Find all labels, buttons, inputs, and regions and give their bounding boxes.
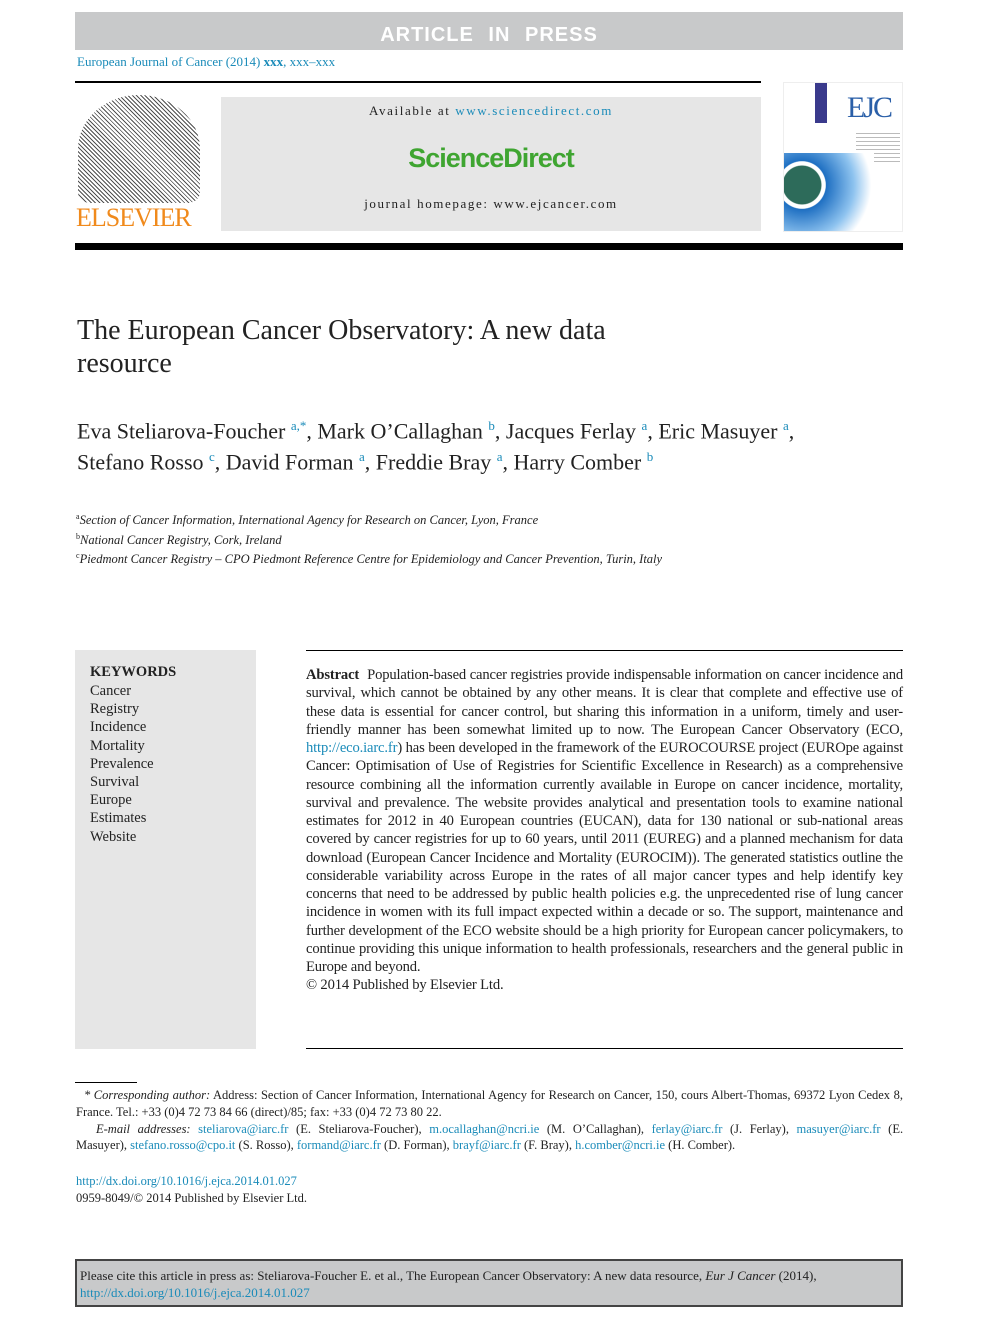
email-owner: (E. Steliarova-Foucher), xyxy=(296,1121,422,1136)
abstract-copyright: © 2014 Published by Elsevier Ltd. xyxy=(306,977,504,994)
email-owner: (M. O’Callaghan), xyxy=(546,1121,644,1136)
cite-text: Please cite this article in press as: St… xyxy=(80,1268,703,1283)
email-label: E-mail addresses: xyxy=(96,1121,191,1136)
email-owner: (D. Forman), xyxy=(384,1138,450,1153)
keyword: Mortality xyxy=(90,737,145,754)
author-name: David Forman xyxy=(225,449,354,475)
sciencedirect-logo[interactable]: ScienceDirect xyxy=(221,143,761,174)
journal-reference[interactable]: European Journal of Cancer (2014) xxx, x… xyxy=(77,54,335,70)
keyword: Registry xyxy=(90,701,140,718)
affiliation: bNational Cancer Registry, Cork, Ireland xyxy=(76,529,662,549)
author-affiliation-mark[interactable]: c xyxy=(209,449,215,464)
footnotes: * Corresponding author: Address: Section… xyxy=(76,1087,903,1154)
anniversary-ribbon-icon xyxy=(815,83,827,123)
journal-homepage: journal homepage: www.ejcancer.com xyxy=(221,196,761,212)
cite-year: (2014), xyxy=(778,1268,817,1283)
available-at: Available at www.sciencedirect.com xyxy=(221,103,761,119)
affiliation-text: National Cancer Registry, Cork, Ireland xyxy=(80,532,282,547)
header-rule xyxy=(75,81,761,83)
keyword: Europe xyxy=(90,792,132,809)
doi-link[interactable]: http://dx.doi.org/10.1016/j.ejca.2014.01… xyxy=(76,1174,297,1188)
article-in-press-banner: ARTICLE IN PRESS xyxy=(75,12,903,50)
cite-doi-link[interactable]: http://dx.doi.org/10.1016/j.ejca.2014.01… xyxy=(80,1285,310,1300)
homepage-url[interactable]: www.ejcancer.com xyxy=(493,196,617,211)
email-link[interactable]: stefano.rosso@cpo.it xyxy=(130,1138,235,1152)
keywords-heading: KEYWORDS xyxy=(90,664,177,680)
author-name: Stefano Rosso xyxy=(77,449,204,475)
author-affiliation-mark[interactable]: b xyxy=(647,449,654,464)
author-affiliation-mark[interactable]: a xyxy=(783,418,789,433)
email-owner: (S. Rosso), xyxy=(238,1138,294,1153)
author-affiliation-mark[interactable]: a xyxy=(359,449,365,464)
email-link[interactable]: m.ocallaghan@ncri.ie xyxy=(429,1122,539,1136)
journal-name: European Journal of Cancer (2014) xyxy=(77,54,261,69)
journal-pages: , xxx–xxx xyxy=(283,54,336,69)
available-label: Available at xyxy=(369,103,451,118)
keyword: Estimates xyxy=(90,810,147,827)
author-affiliation-mark[interactable]: a,* xyxy=(291,418,307,433)
article-title: The European Cancer Observatory: A new d… xyxy=(77,315,606,379)
affiliation: cPiedmont Cancer Registry – CPO Piedmont… xyxy=(76,548,662,568)
abstract-bottom-rule xyxy=(306,1048,903,1049)
homepage-label: journal homepage: xyxy=(364,196,489,211)
author-list: Eva Steliarova-Foucher a,*, Mark O’Calla… xyxy=(77,418,795,475)
corresponding-author-note: * Corresponding author: Address: Section… xyxy=(76,1087,903,1121)
email-link[interactable]: brayf@iarc.fr xyxy=(453,1138,521,1152)
author-affiliation-mark[interactable]: b xyxy=(488,418,495,433)
elsevier-wordmark: ELSEVIER xyxy=(76,203,192,232)
affiliations: aSection of Cancer Information, Internat… xyxy=(76,509,662,568)
elsevier-tree-icon xyxy=(78,95,200,203)
abstract-text-cont: ) has been developed in the framework of… xyxy=(306,740,903,975)
issn-line: 0959-8049/© 2014 Published by Elsevier L… xyxy=(76,1191,308,1205)
email-link[interactable]: formand@iarc.fr xyxy=(297,1138,381,1152)
header-thick-rule xyxy=(75,243,903,250)
email-link[interactable]: masuyer@iarc.fr xyxy=(797,1122,881,1136)
eco-link[interactable]: http://eco.iarc.fr xyxy=(306,740,397,756)
email-owner: (F. Bray), xyxy=(524,1138,572,1153)
affiliation-text: Piedmont Cancer Registry – CPO Piedmont … xyxy=(79,552,663,567)
abstract-label: Abstract xyxy=(306,667,360,683)
email-link[interactable]: ferlay@iarc.fr xyxy=(652,1122,723,1136)
cover-illustration xyxy=(784,153,874,231)
affiliation: aSection of Cancer Information, Internat… xyxy=(76,509,662,529)
email-link[interactable]: h.comber@ncri.ie xyxy=(575,1138,665,1152)
author-name: Jacques Ferlay xyxy=(505,418,637,444)
email-link[interactable]: steliarova@iarc.fr xyxy=(198,1122,288,1136)
citation-box: Please cite this article in press as: St… xyxy=(75,1259,903,1307)
keyword: Survival xyxy=(90,774,140,791)
keyword: Website xyxy=(90,828,137,845)
email-owner: (J. Ferlay), xyxy=(730,1121,789,1136)
keyword: Cancer xyxy=(90,683,132,699)
author-name: Eva Steliarova-Foucher xyxy=(77,418,286,444)
author-name: Harry Comber xyxy=(513,449,642,475)
cite-journal: Eur J Cancer xyxy=(705,1268,776,1283)
author-name: Eric Masuyer xyxy=(658,418,778,444)
corr-label: * Corresponding author: xyxy=(84,1088,211,1102)
keyword: Prevalence xyxy=(90,755,154,772)
email-addresses: E-mail addresses: steliarova@iarc.fr (E.… xyxy=(76,1121,903,1155)
footnote-rule xyxy=(75,1082,137,1083)
doi-block: http://dx.doi.org/10.1016/j.ejca.2014.01… xyxy=(76,1173,307,1207)
keyword: Incidence xyxy=(90,719,147,736)
sciencedirect-box: Available at www.sciencedirect.com Scien… xyxy=(221,97,761,231)
sciencedirect-link[interactable]: www.sciencedirect.com xyxy=(455,103,613,118)
abstract-text: Population-based cancer registries provi… xyxy=(306,667,903,738)
abstract: Abstract Population-based cancer registri… xyxy=(306,666,903,995)
affiliation-text: Section of Cancer Information, Internati… xyxy=(79,513,539,528)
ejc-logo: EJC xyxy=(847,91,893,124)
abstract-top-rule xyxy=(306,650,903,651)
keywords-box: KEYWORDS Cancer Registry Incidence Mortalit… xyxy=(75,650,256,1049)
email-owner: (H. Comber). xyxy=(668,1138,736,1153)
author-name: Freddie Bray xyxy=(375,449,492,475)
journal-volume: xxx xyxy=(263,54,284,69)
author-name: Mark O’Callaghan xyxy=(317,418,483,444)
journal-cover-image[interactable]: EJC xyxy=(783,82,903,232)
author-affiliation-mark[interactable]: a xyxy=(497,449,503,464)
author-affiliation-mark[interactable]: a xyxy=(642,418,648,433)
elsevier-logo[interactable]: ELSEVIER xyxy=(76,95,201,233)
